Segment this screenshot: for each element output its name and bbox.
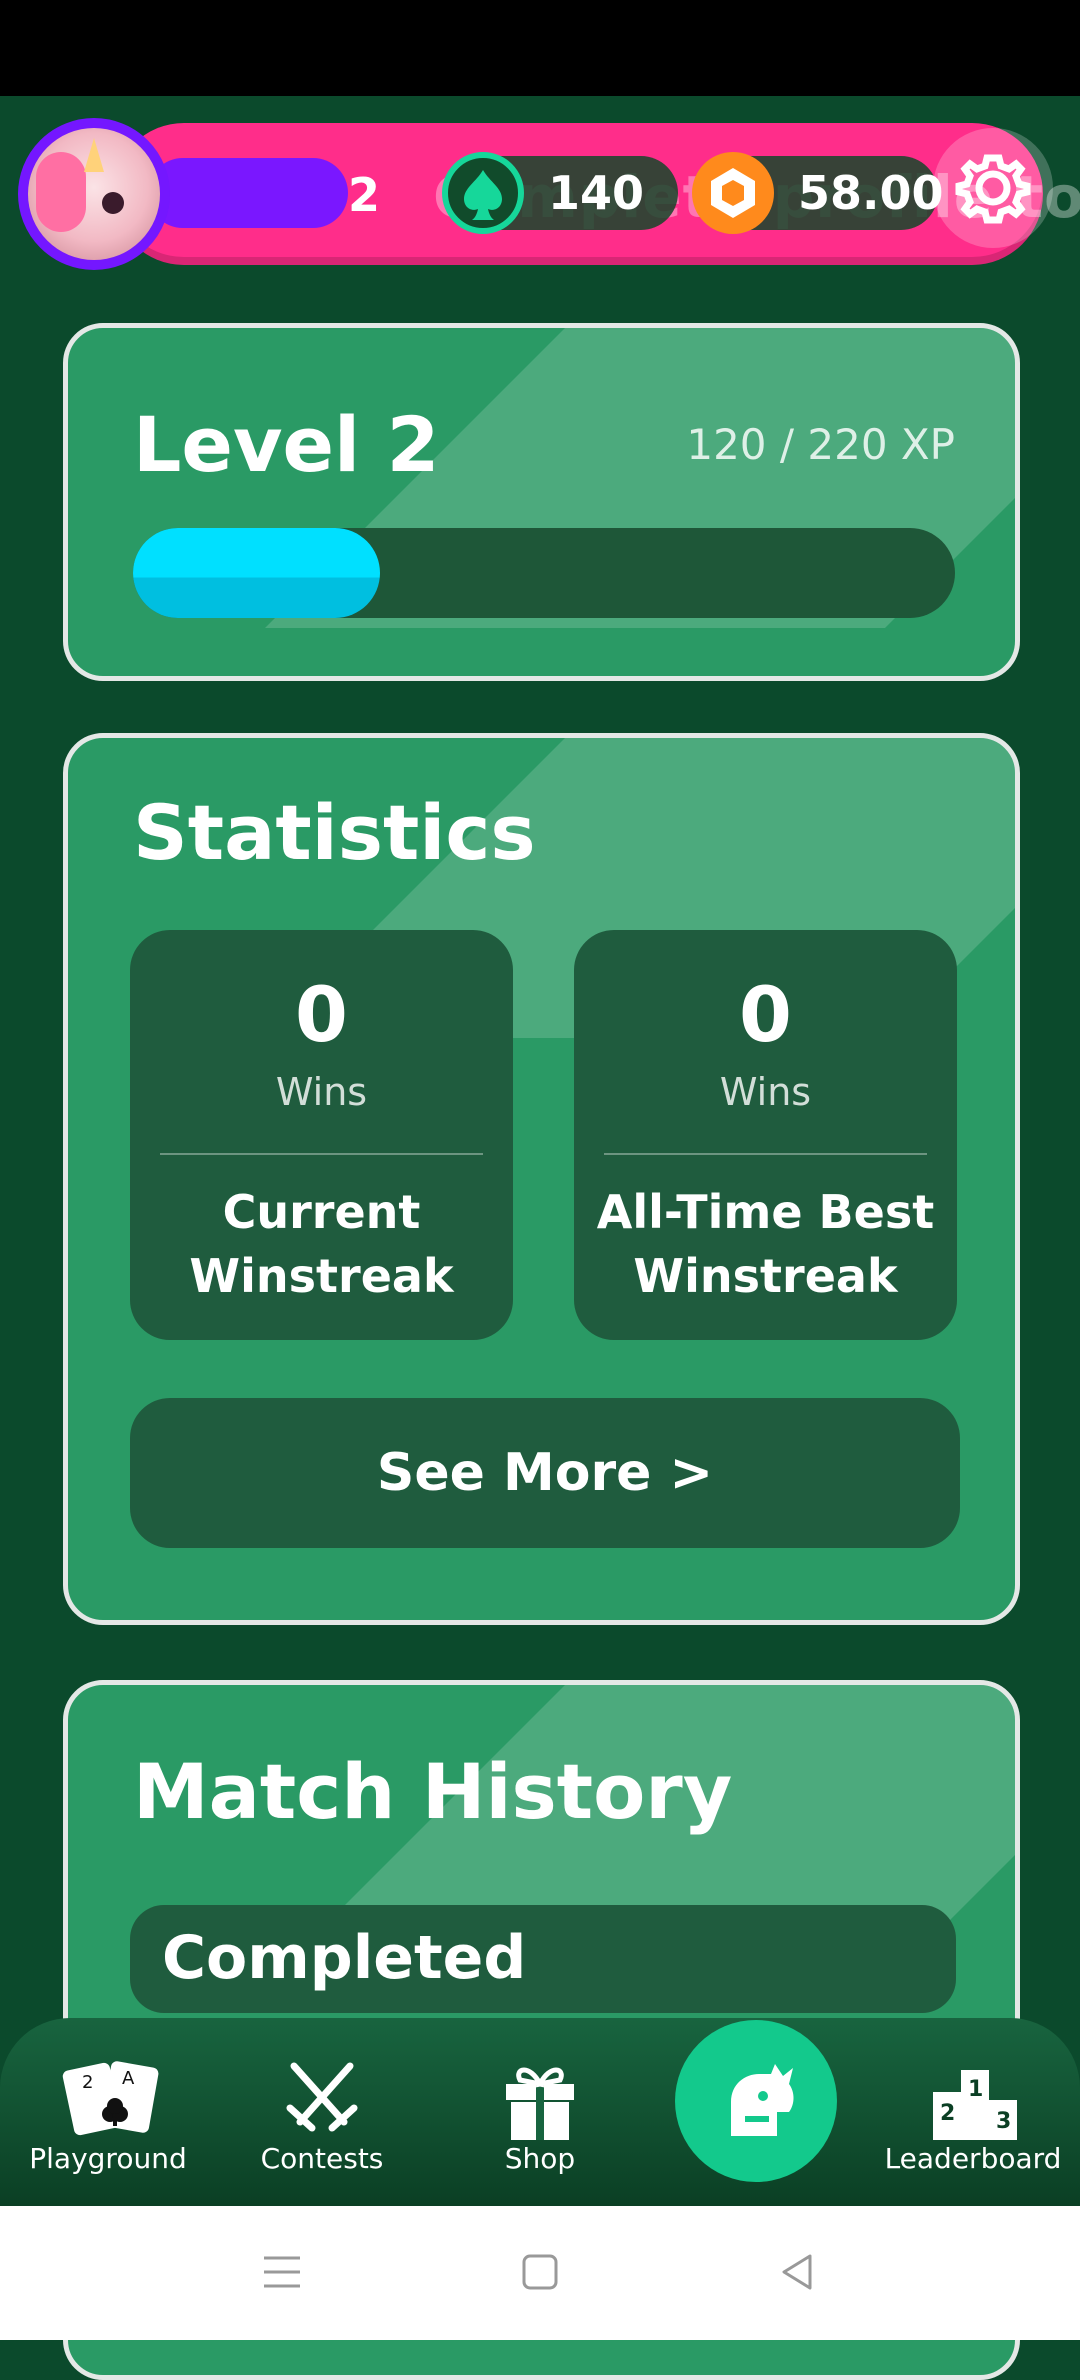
spade-icon — [442, 152, 524, 234]
divider — [160, 1153, 483, 1155]
svg-text:3: 3 — [996, 2109, 1011, 2134]
home-icon[interactable] — [516, 2250, 564, 2294]
statistics-card: Statistics 0 Wins Current Winstreak 0 Wi… — [63, 733, 1020, 1625]
svg-text:A: A — [122, 2068, 135, 2089]
current-winstreak-label: Current Winstreak — [189, 1185, 454, 1303]
status-bar — [0, 0, 1080, 96]
menu-icon[interactable] — [258, 2250, 306, 2294]
svg-text:2: 2 — [940, 2101, 955, 2126]
nav-profile-button[interactable] — [675, 2020, 837, 2182]
system-navigation-bar — [0, 2206, 1080, 2340]
level-progress-pill — [148, 158, 348, 228]
nav-leaderboard[interactable]: 2 1 3 Leaderboard — [873, 2056, 1073, 2175]
player-level: 2 — [348, 168, 381, 222]
nav-playground[interactable]: 2 A Playground — [8, 2056, 208, 2175]
current-winstreak-value: 0 — [295, 970, 348, 1059]
bottom-navigation: 2 A Playground Contests Shop 2 1 3 Leade… — [0, 2018, 1080, 2206]
cards-icon: 2 A — [60, 2056, 159, 2138]
svg-text:1: 1 — [968, 2077, 983, 2102]
gear-icon — [955, 154, 1031, 224]
statistics-title: Statistics — [133, 788, 536, 877]
top-bar: Complete profile to 2 140 58.00 — [18, 118, 1080, 270]
current-winstreak-box: 0 Wins Current Winstreak — [130, 930, 513, 1340]
best-winstreak-label: All-Time Best Winstreak — [596, 1185, 935, 1303]
gem-icon — [692, 152, 774, 234]
svg-text:2: 2 — [82, 2072, 93, 2093]
see-more-button[interactable]: See More > — [130, 1398, 960, 1548]
avatar[interactable] — [18, 118, 170, 270]
podium-icon: 2 1 3 — [925, 2056, 1021, 2140]
settings-button[interactable] — [933, 128, 1053, 248]
xp-progress-bar — [133, 528, 955, 618]
nav-shop[interactable]: Shop — [440, 2056, 640, 2175]
xp-progress-fill — [133, 528, 380, 618]
xp-text: 120 / 220 XP — [686, 420, 955, 469]
gems-balance[interactable]: 58.00 — [692, 152, 944, 234]
gems-value: 58.00 — [798, 166, 944, 220]
match-history-title: Match History — [133, 1747, 733, 1836]
nav-contests[interactable]: Contests — [222, 2056, 422, 2175]
spades-value: 140 — [548, 166, 645, 220]
spades-balance[interactable]: 140 — [442, 152, 678, 234]
completed-filter-tab[interactable]: Completed — [130, 1905, 956, 2013]
best-winstreak-box: 0 Wins All-Time Best Winstreak — [574, 930, 957, 1340]
divider — [604, 1153, 927, 1155]
crossed-swords-icon — [274, 2056, 370, 2138]
gift-icon — [492, 2056, 588, 2140]
unicorn-avatar-icon — [28, 128, 160, 260]
best-winstreak-unit: Wins — [719, 1070, 812, 1114]
level-card: Level 2 120 / 220 XP — [63, 323, 1020, 681]
best-winstreak-value: 0 — [739, 970, 792, 1059]
current-winstreak-unit: Wins — [275, 1070, 368, 1114]
profile-knight-icon — [731, 2064, 794, 2136]
level-title: Level 2 — [133, 400, 440, 489]
back-icon[interactable] — [774, 2250, 822, 2294]
completed-label: Completed — [162, 1923, 527, 1993]
